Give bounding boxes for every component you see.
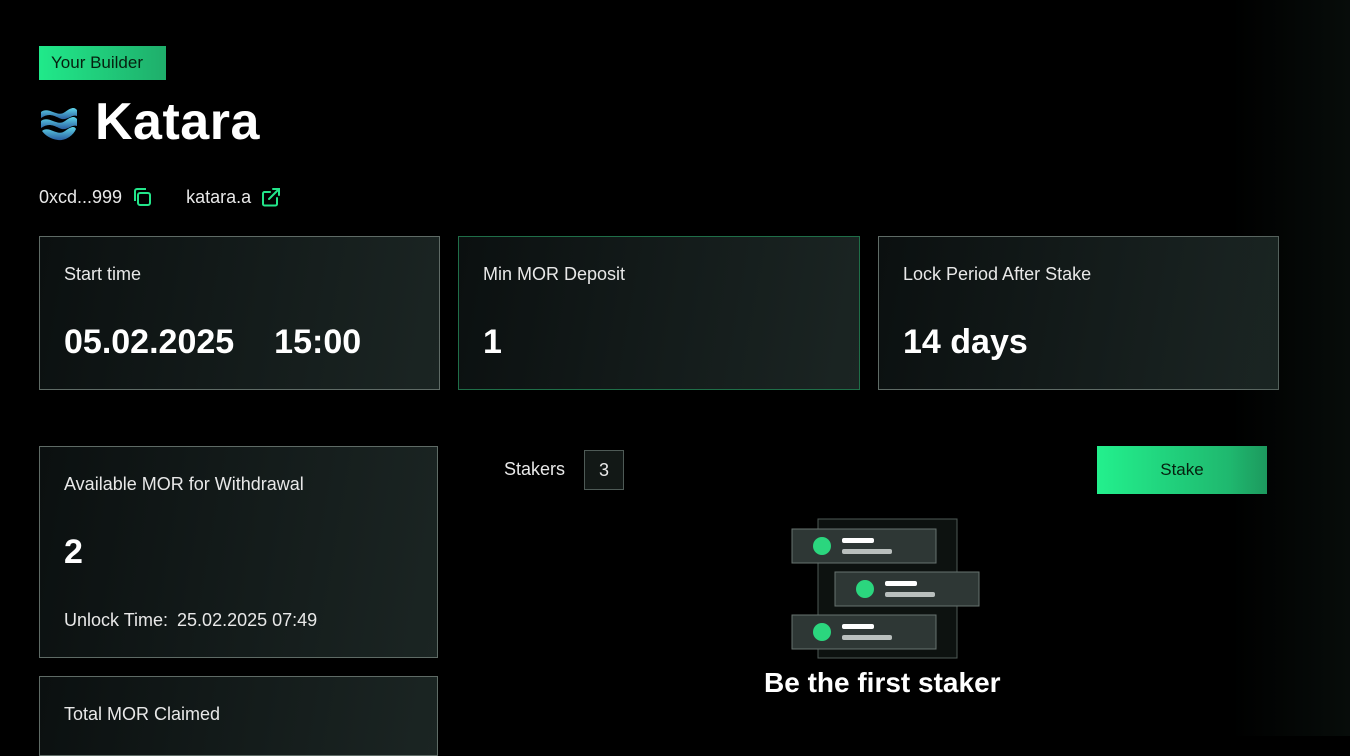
lock-period-value: 14 days — [903, 323, 1028, 361]
lock-period-label: Lock Period After Stake — [903, 264, 1092, 284]
link-text[interactable]: katara.a — [186, 187, 251, 208]
empty-stakers-illustration — [791, 518, 980, 659]
copy-icon[interactable] — [131, 186, 153, 208]
start-time-card: Start time 05.02.2025 15:00 — [39, 236, 440, 390]
wave-logo-icon — [41, 108, 77, 141]
empty-state-text: Be the first staker — [764, 667, 1001, 698]
builder-name: Katara — [95, 93, 260, 151]
your-builder-badge: Your Builder — [39, 46, 166, 80]
placeholder-row-1 — [791, 528, 937, 564]
min-deposit-label: Min MOR Deposit — [483, 264, 626, 284]
builder-link[interactable]: katara.a — [186, 186, 282, 208]
external-link-icon[interactable] — [260, 186, 282, 208]
start-time-value: 05.02.2025 15:00 — [64, 323, 361, 362]
address-text: 0xcd...999 — [39, 186, 123, 207]
unlock-time-label: Unlock Time: — [64, 610, 169, 630]
min-deposit-card: Min MOR Deposit 1 — [458, 236, 860, 390]
stakers-count-badge: 3 — [584, 450, 624, 490]
stake-button[interactable]: Stake — [1097, 446, 1267, 494]
start-date: 05.02.2025 — [64, 323, 235, 361]
withdrawal-card: Available MOR for Withdrawal 2 Unlock Ti… — [39, 446, 438, 658]
placeholder-row-2 — [834, 571, 980, 607]
stakers-label: Stakers — [504, 459, 566, 479]
claimed-card: Total MOR Claimed — [39, 676, 438, 756]
withdrawal-value: 2 — [64, 533, 83, 571]
unlock-time-value: 25.02.2025 07:49 — [177, 610, 318, 630]
start-time-label: Start time — [64, 264, 142, 284]
lock-period-card: Lock Period After Stake 14 days — [878, 236, 1279, 390]
start-hour: 15:00 — [274, 323, 362, 361]
withdrawal-label: Available MOR for Withdrawal — [64, 474, 304, 494]
builder-meta: 0xcd...999 katara.a — [39, 186, 282, 208]
builder-header: Katara — [39, 92, 260, 152]
unlock-time: Unlock Time: 25.02.2025 07:49 — [64, 610, 317, 631]
placeholder-row-3 — [791, 614, 937, 650]
claimed-label: Total MOR Claimed — [64, 704, 221, 724]
min-deposit-value: 1 — [483, 323, 502, 361]
builder-address: 0xcd...999 — [39, 186, 153, 208]
